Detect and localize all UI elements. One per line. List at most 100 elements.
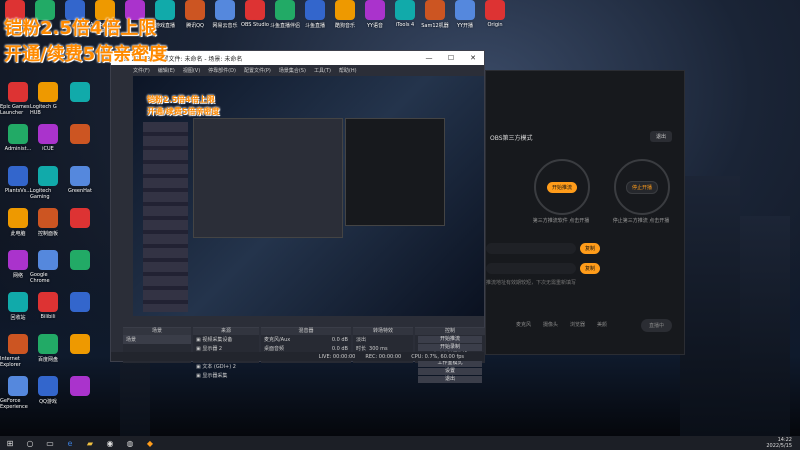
desktop-icon[interactable]: Google Chrome [30, 250, 66, 292]
clock[interactable]: 14:22 2022/5/15 [766, 436, 792, 450]
copy-server-button[interactable]: 复制 [580, 243, 600, 254]
app-taskbar-icon[interactable]: ◆ [140, 436, 160, 450]
desktop-icon-label: Origin [487, 22, 503, 28]
bottom-tools: 麦克风 摄像头 浏览器 美颜 [516, 321, 607, 328]
control-button[interactable]: 工作室模式 [418, 360, 482, 367]
menu-item[interactable]: 停靠部件(D) [208, 67, 236, 74]
tool-button[interactable]: 麦克风 [516, 321, 531, 328]
desktop-icon[interactable] [62, 250, 98, 292]
menu-item[interactable]: 文件(F) [133, 67, 150, 74]
menu-item[interactable]: 视图(V) [183, 67, 200, 74]
obs-preview[interactable]: 铠粉2.5倍4倍上限 开通/续费5倍亲密度 [133, 76, 484, 316]
app-icon [38, 166, 58, 186]
scene-item[interactable]: 场景 [123, 335, 191, 344]
desktop-icon-label: Administ... [4, 146, 32, 152]
tool-button[interactable]: 浏览器 [570, 321, 585, 328]
status-item: REC: 00:00:00 [365, 353, 402, 360]
status-item: CPU: 0.7%, 60.00 fps [411, 353, 464, 360]
edge-icon[interactable]: e [60, 436, 80, 450]
menu-item[interactable]: 场景集合(S) [279, 67, 306, 74]
obs-window[interactable]: OBS 27.1.3 - 配置文件: 未命名 - 场景: 未命名 — ☐ ✕ 文件(… [110, 50, 485, 383]
tool-button[interactable]: 摄像头 [543, 321, 558, 328]
app-icon [70, 334, 90, 354]
desktop-icon[interactable] [62, 82, 98, 124]
explorer-icon[interactable]: ▰ [80, 436, 100, 450]
desktop-icon-label: Logitech Gaming [30, 188, 52, 200]
controls-header: 控制 [415, 328, 485, 335]
control-button[interactable]: 开始录制 [418, 344, 482, 351]
desktop-icon[interactable]: YY语音 [360, 0, 390, 42]
menu-item[interactable]: 工具(T) [314, 67, 331, 74]
desktop-icon[interactable]: iTools 4 [390, 0, 420, 42]
desktop-icon-label: 网易云音乐 [212, 23, 238, 29]
desktop-icon[interactable] [62, 124, 98, 166]
control-button[interactable]: 开始推流 [418, 336, 482, 343]
app-icon [8, 292, 28, 312]
menu-item[interactable]: 配置文件(P) [244, 67, 271, 74]
app-icon [335, 0, 355, 20]
task-view-icon[interactable]: ▭ [40, 436, 60, 450]
step-circle-stop: 停止开播 [614, 159, 670, 215]
app-icon [245, 0, 265, 20]
desktop-icon[interactable]: YY开播 [450, 0, 480, 42]
control-button[interactable]: 退出 [418, 376, 482, 383]
app-icon [70, 250, 90, 270]
desktop-icon[interactable]: Bilibili [30, 292, 66, 334]
app-icon [38, 208, 58, 228]
desktop-icon[interactable]: Origin [480, 0, 510, 42]
tool-button[interactable]: 美颜 [597, 321, 607, 328]
desktop-icon[interactable] [62, 334, 98, 376]
desktop-icon[interactable]: Sam12机器 [420, 0, 450, 42]
search-icon[interactable]: ○ [20, 436, 40, 450]
mixer-row[interactable]: 麦克风/Aux 0.0 dB [261, 335, 351, 344]
promo-line1: 铠粉2.5倍4倍上限 [4, 18, 157, 39]
copy-key-button[interactable]: 复制 [580, 263, 600, 274]
desktop-icon[interactable]: Logitech G HUB [30, 82, 66, 124]
nested-desktop-icons [143, 122, 188, 312]
stream-key-field[interactable] [486, 263, 576, 274]
desktop-icon-label: Logitech G HUB [30, 104, 57, 116]
obs-taskbar-icon[interactable]: ◍ [120, 436, 140, 450]
desktop-icon[interactable]: 控制面板 [30, 208, 66, 250]
exit-button[interactable]: 退出 [649, 131, 672, 142]
windows-start-icon[interactable]: ⊞ [0, 436, 20, 450]
desktop-icon[interactable]: GreenHat [62, 166, 98, 208]
desktop-icon[interactable]: 百度网盘 [30, 334, 66, 376]
live-status-button[interactable]: 直播中 [640, 319, 672, 332]
source-item[interactable]: ▣ 显示器采集 [193, 371, 259, 380]
status-item: LIVE: 00:00:00 [318, 353, 356, 360]
stream-helper-window[interactable]: OBS第三方模式 退出 开始推流 停止开播 第三方推流软件 点击开播 停止第三方… [485, 70, 685, 355]
step-desc: 第三方推流软件 点击开播 [532, 218, 590, 224]
maximize-icon[interactable]: ☐ [440, 54, 462, 62]
app-icon [8, 250, 28, 270]
menu-item[interactable]: 编辑(E) [158, 67, 175, 74]
app-icon [38, 376, 58, 396]
desktop-icon[interactable] [62, 208, 98, 250]
menu-item[interactable]: 帮助(H) [339, 67, 357, 74]
server-url-field[interactable] [486, 243, 576, 254]
desktop-icon-label: YY开播 [456, 23, 474, 29]
close-icon[interactable]: ✕ [462, 54, 484, 62]
steam-icon[interactable]: ◉ [100, 436, 120, 450]
transition-select[interactable]: 淡出 [353, 335, 413, 344]
desktop-icon[interactable]: OBS Studio [240, 0, 270, 42]
start-stream-button[interactable]: 开始推流 [546, 181, 577, 193]
desktop-icon[interactable]: 斗鱼直播 [300, 0, 330, 42]
stop-stream-button[interactable]: 停止开播 [625, 180, 658, 194]
desktop-icon[interactable]: 斗鱼直播伴侣 [270, 0, 300, 42]
desktop-icon[interactable]: Logitech Gaming [30, 166, 66, 208]
desktop-icon[interactable]: 酷狗音乐 [330, 0, 360, 42]
desktop-icon[interactable]: iCUE [30, 124, 66, 166]
source-item[interactable]: ▣ 文本 (GDI+) 2 [193, 362, 259, 371]
desktop-icon[interactable]: 网易云音乐 [210, 0, 240, 42]
source-item[interactable]: ▣ 视频采集设备 [193, 335, 259, 344]
desktop-icon[interactable] [62, 292, 98, 334]
desktop-icon-label: GreenHat [68, 188, 92, 194]
desktop-icon[interactable] [62, 376, 98, 418]
desktop-icon[interactable]: 腾讯QQ [180, 0, 210, 42]
desktop-icon[interactable]: QQ游戏 [30, 376, 66, 418]
app-icon [70, 82, 90, 102]
control-button[interactable]: 设置 [418, 368, 482, 375]
desktop-icon-label: 此电脑 [10, 231, 26, 237]
minimize-icon[interactable]: — [418, 54, 440, 62]
